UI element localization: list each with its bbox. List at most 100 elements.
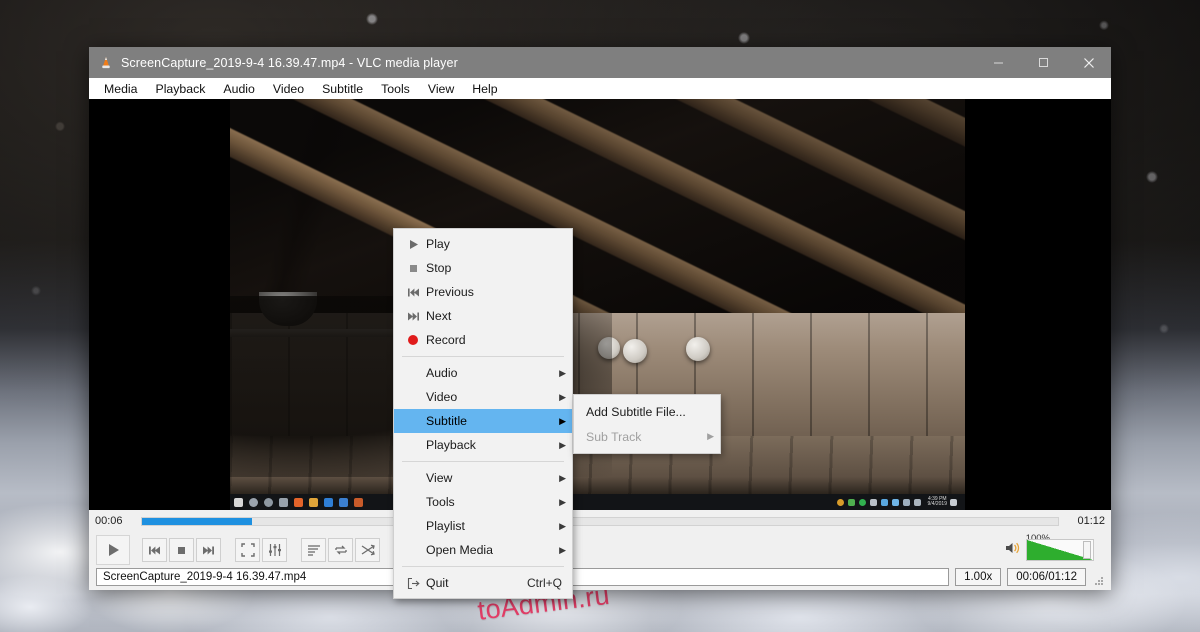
context-menu-item-tools[interactable]: Tools ▶ [394, 490, 572, 514]
vlc-cone-icon [99, 56, 113, 70]
menu-separator [402, 356, 564, 357]
context-menu-label: Playlist [426, 519, 465, 533]
context-menu-label: Stop [426, 261, 452, 275]
extended-settings-button[interactable] [262, 538, 287, 562]
chevron-right-icon: ▶ [559, 496, 566, 507]
seek-row: 00:06 01:12 [89, 510, 1111, 532]
menu-video[interactable]: Video [264, 80, 313, 98]
playlist-button[interactable] [301, 538, 326, 562]
transport-button-row: 100% [89, 532, 1111, 568]
loop-button[interactable] [328, 538, 353, 562]
menu-audio[interactable]: Audio [214, 80, 263, 98]
window-titlebar[interactable]: ScreenCapture_2019-9-4 16.39.47.mp4 - VL… [89, 47, 1111, 78]
taskbar-app2-icon [354, 497, 363, 507]
taskbar-cortana-icon [264, 497, 273, 507]
context-menu-accelerator: Ctrl+Q [526, 576, 562, 590]
previous-button[interactable] [142, 538, 167, 562]
menubar: Media Playback Audio Video Subtitle Tool… [89, 78, 1111, 99]
submenu-item-sub-track[interactable]: Sub Track ▶ [574, 424, 720, 449]
next-button[interactable] [196, 538, 221, 562]
window-title: ScreenCapture_2019-9-4 16.39.47.mp4 - VL… [121, 55, 458, 70]
submenu-item-add-subtitle-file[interactable]: Add Subtitle File... [574, 399, 720, 424]
context-menu-label: Quit [426, 576, 449, 590]
context-menu-item-next[interactable]: Next [394, 304, 572, 328]
context-menu-item-audio[interactable]: Audio ▶ [394, 361, 572, 385]
resize-grip[interactable] [1090, 568, 1104, 586]
tray-volume-icon [891, 498, 899, 506]
play-button[interactable] [96, 535, 130, 565]
context-menu-label: Play [426, 237, 450, 251]
fullscreen-button[interactable] [235, 538, 260, 562]
context-menu-item-stop[interactable]: Stop [394, 256, 572, 280]
chevron-right-icon: ▶ [559, 415, 566, 426]
tray-battery-icon [902, 498, 910, 506]
context-menu-item-subtitle[interactable]: Subtitle ▶ [394, 409, 572, 433]
subtitle-submenu: Add Subtitle File... Sub Track ▶ [573, 394, 721, 454]
taskbar-skype-icon [324, 497, 333, 507]
chevron-right-icon: ▶ [559, 544, 566, 555]
record-icon [400, 334, 426, 346]
submenu-label: Sub Track [586, 429, 642, 444]
menu-tools[interactable]: Tools [372, 80, 419, 98]
chevron-right-icon: ▶ [559, 520, 566, 531]
playback-speed-box[interactable]: 1.00x [955, 568, 1002, 586]
taskbar-firefox-icon [294, 497, 303, 507]
vlc-media-player-window: ScreenCapture_2019-9-4 16.39.47.mp4 - VL… [89, 47, 1111, 590]
menu-separator [402, 461, 564, 462]
tray-clock: 4:39 PM 9/4/2019 [927, 495, 947, 507]
seek-progress-fill [142, 517, 252, 525]
chevron-right-icon: ▶ [559, 472, 566, 483]
taskbar-explorer-icon [309, 497, 318, 507]
tray-network-icon [880, 498, 888, 506]
total-time: 01:12 [1077, 515, 1105, 527]
context-menu-item-playback[interactable]: Playback ▶ [394, 433, 572, 457]
context-menu-item-quit[interactable]: Quit Ctrl+Q [394, 571, 572, 595]
menu-view[interactable]: View [419, 80, 463, 98]
taskbar-start-icon [234, 497, 243, 507]
close-button[interactable] [1066, 47, 1111, 78]
context-menu-label: Next [426, 309, 452, 323]
speaker-icon[interactable] [1004, 540, 1022, 561]
context-menu-label: Record [426, 333, 466, 347]
minimize-button[interactable] [976, 47, 1021, 78]
context-menu-item-previous[interactable]: Previous [394, 280, 572, 304]
seek-slider[interactable] [141, 516, 1059, 526]
context-menu-label: Subtitle [426, 414, 468, 428]
taskbar-taskview-icon [279, 497, 288, 507]
menu-playback[interactable]: Playback [147, 80, 215, 98]
chevron-right-icon: ▶ [707, 431, 714, 441]
context-menu-item-video[interactable]: Video ▶ [394, 385, 572, 409]
context-menu: Play Stop Previous Next Record Audio ▶ V… [393, 228, 573, 599]
time-display-box[interactable]: 00:06/01:12 [1007, 568, 1086, 586]
submenu-label: Add Subtitle File... [586, 404, 686, 419]
shuffle-button[interactable] [355, 538, 380, 562]
stop-icon [400, 263, 426, 274]
context-menu-label: Audio [426, 366, 458, 380]
maximize-button[interactable] [1021, 47, 1066, 78]
quit-icon [400, 577, 426, 590]
volume-slider[interactable] [1026, 539, 1094, 561]
tray-chrome-icon [836, 498, 844, 506]
tray-chevron-icon [869, 498, 877, 506]
volume-control[interactable]: 100% [1004, 533, 1094, 561]
stop-button[interactable] [169, 538, 194, 562]
context-menu-label: Open Media [426, 543, 493, 557]
context-menu-item-record[interactable]: Record [394, 328, 572, 352]
menu-help[interactable]: Help [463, 80, 506, 98]
context-menu-label: Previous [426, 285, 474, 299]
context-menu-item-playlist[interactable]: Playlist ▶ [394, 514, 572, 538]
taskbar-app-icon [339, 497, 348, 507]
chevron-right-icon: ▶ [559, 439, 566, 450]
context-menu-label: Tools [426, 495, 455, 509]
elapsed-time: 00:06 [95, 515, 123, 527]
context-menu-label: Video [426, 390, 458, 404]
context-menu-item-play[interactable]: Play [394, 232, 572, 256]
play-icon [400, 239, 426, 250]
tray-misc-icon [913, 498, 921, 506]
context-menu-item-open-media[interactable]: Open Media ▶ [394, 538, 572, 562]
player-controls: 00:06 01:12 ScreenCapture_2019-9-4 16.39… [89, 510, 1111, 590]
menu-media[interactable]: Media [95, 80, 147, 98]
volume-knob[interactable] [1083, 541, 1091, 559]
menu-subtitle[interactable]: Subtitle [313, 80, 372, 98]
context-menu-item-view[interactable]: View ▶ [394, 466, 572, 490]
